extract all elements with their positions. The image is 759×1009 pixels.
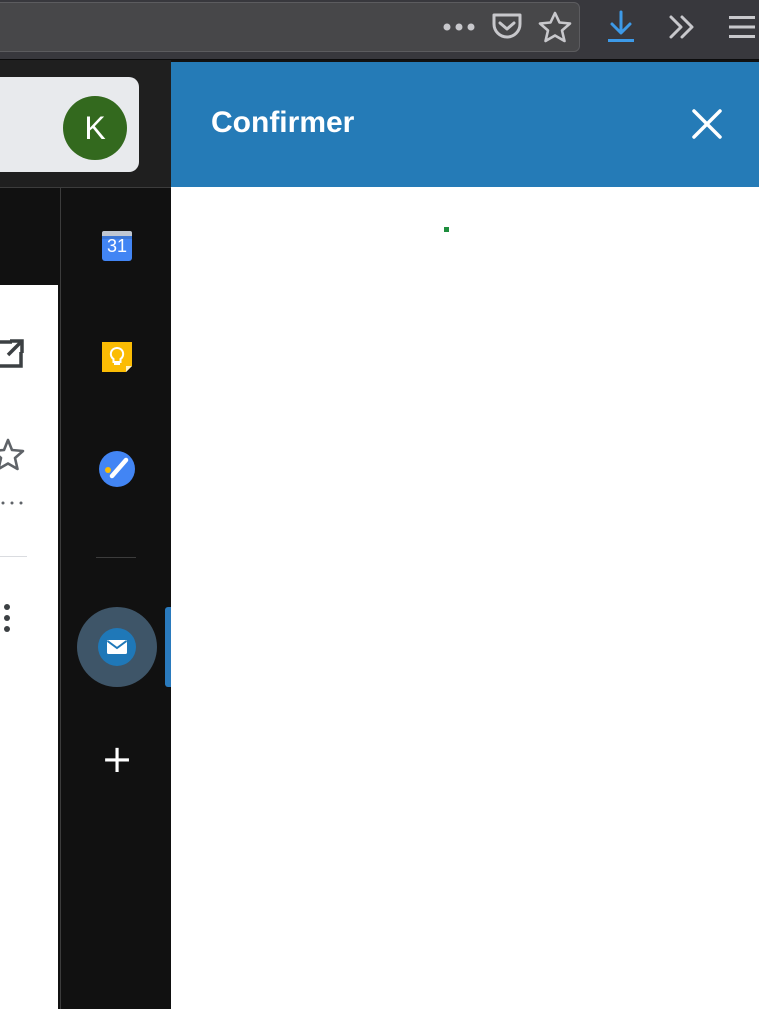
screen: K 31 + Confirmer <box>0 0 759 1009</box>
hamburger-menu-icon[interactable] <box>720 5 759 49</box>
close-button[interactable] <box>685 102 729 146</box>
calendar-icon[interactable]: 31 <box>97 225 137 265</box>
account-avatar[interactable]: K <box>63 96 127 160</box>
message-pane <box>0 285 58 1009</box>
dialog-title: Confirmer <box>211 106 355 139</box>
overflow-chevron-icon[interactable] <box>660 5 704 49</box>
confirm-dialog: Confirmer <box>171 62 759 1009</box>
tasks-icon[interactable] <box>97 449 137 489</box>
close-icon <box>692 109 722 139</box>
more-vert-icon[interactable] <box>2 602 12 636</box>
downloads-icon[interactable] <box>599 5 643 49</box>
more-actions-icon[interactable] <box>437 5 481 49</box>
calendar-day: 31 <box>106 236 128 256</box>
ellipsis-icon <box>0 494 26 508</box>
panel-separator <box>96 557 136 558</box>
bookmark-star-icon[interactable] <box>533 5 577 49</box>
browser-toolbar <box>0 0 759 60</box>
keep-icon[interactable] <box>97 337 137 377</box>
add-addon-button[interactable]: + <box>97 739 137 779</box>
loading-spinner <box>444 227 449 232</box>
star-icon[interactable] <box>0 438 26 474</box>
mail-addon-icon[interactable] <box>97 627 137 667</box>
open-in-new-window-icon[interactable] <box>0 338 24 370</box>
side-panel <box>60 188 171 1009</box>
add-icon: + <box>101 737 133 781</box>
divider <box>0 556 27 557</box>
dialog-header: Confirmer <box>171 62 759 187</box>
pocket-icon[interactable] <box>485 5 529 49</box>
